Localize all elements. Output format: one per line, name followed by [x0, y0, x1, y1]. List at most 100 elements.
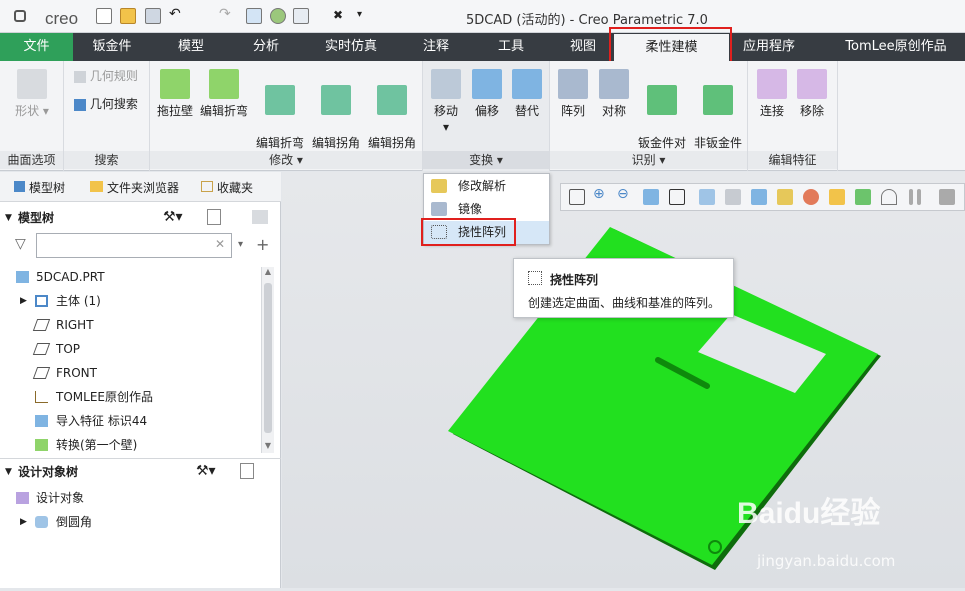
redo-icon[interactable]: ↷: [219, 6, 235, 22]
tab-applications[interactable]: 应用程序: [734, 33, 804, 61]
creo-logo-icon: [14, 10, 26, 22]
flexible-pattern-icon: [528, 271, 542, 285]
edit-corner-seam-icon: [377, 85, 407, 115]
settings-icon[interactable]: ⚒▾: [163, 209, 183, 225]
close-window-icon[interactable]: ✖: [333, 8, 349, 24]
pause-icon[interactable]: [909, 189, 913, 205]
tab-folder-browser[interactable]: 文件夹浏览器: [90, 179, 179, 196]
move-button[interactable]: 移动 ▾: [425, 69, 467, 135]
display-style-icon[interactable]: [751, 189, 767, 205]
tree-item-front[interactable]: FRONT: [0, 361, 262, 385]
repaint-icon[interactable]: [643, 189, 659, 205]
tree-item-right[interactable]: RIGHT: [0, 313, 262, 337]
tab-tools[interactable]: 工具: [483, 33, 539, 61]
group-label: 编辑特征: [748, 151, 837, 169]
view-manager-icon[interactable]: [699, 189, 715, 205]
round-icon: [35, 516, 48, 528]
zoom-out-icon[interactable]: ⊖: [617, 186, 633, 202]
saved-orientations-icon[interactable]: [669, 189, 685, 205]
tree-item-top[interactable]: TOP: [0, 337, 262, 361]
regenerate-icon[interactable]: [246, 8, 262, 24]
substitute-button[interactable]: 替代: [507, 69, 547, 119]
expand-icon[interactable]: ▶: [20, 289, 27, 313]
tree-item-part[interactable]: 5DCAD.PRT: [0, 265, 262, 289]
datum-display-icon[interactable]: [777, 189, 793, 205]
ribbon: 形状 ▾ 曲面选项 几何规则 几何搜索 搜索 拖拉壁 编辑折弯 编辑折弯 止裂槽…: [0, 61, 965, 171]
group-search: 几何规则 几何搜索 搜索: [64, 61, 150, 171]
section-icon[interactable]: [829, 189, 845, 205]
open-folder-icon[interactable]: [120, 8, 136, 24]
group-label[interactable]: 识别 ▾: [550, 151, 747, 169]
scroll-down-icon[interactable]: ▼: [262, 441, 274, 453]
tree-scrollbar[interactable]: ▲ ▼: [261, 267, 274, 453]
stop-icon[interactable]: [939, 189, 955, 205]
panel-tabs: 模型树 文件夹浏览器 收藏夹: [0, 172, 281, 202]
pattern-button[interactable]: 阵列: [552, 69, 594, 119]
connect-button[interactable]: 连接: [752, 69, 792, 119]
edit-bend-button[interactable]: 编辑折弯: [198, 69, 250, 119]
add-icon[interactable]: +: [256, 235, 269, 254]
tree-item-import[interactable]: 导入特征 标识44: [0, 409, 262, 433]
undo-icon[interactable]: ↶: [169, 6, 185, 22]
perspective-icon[interactable]: [725, 189, 741, 205]
appearance-icon[interactable]: [855, 189, 871, 205]
tab-annotate[interactable]: 注释: [408, 33, 464, 61]
group-label[interactable]: 修改 ▾: [150, 151, 422, 169]
remove-button[interactable]: 移除: [792, 69, 832, 119]
geometry-search-button[interactable]: 几何搜索: [74, 96, 148, 112]
zoom-in-icon[interactable]: ⊕: [593, 186, 609, 202]
symmetry-button[interactable]: 对称: [594, 69, 634, 119]
group-label[interactable]: 变换 ▾: [423, 151, 549, 169]
tab-view[interactable]: 视图: [557, 33, 609, 61]
new-file-icon[interactable]: [96, 8, 112, 24]
tree-filter-icon[interactable]: [252, 210, 268, 224]
tab-model[interactable]: 模型: [163, 33, 219, 61]
show-list-icon[interactable]: [240, 463, 254, 479]
tab-favorites[interactable]: 收藏夹: [201, 179, 253, 196]
design-object-icon: [16, 492, 29, 504]
favorites-icon: [201, 181, 213, 192]
modify-analytic-icon: [431, 179, 447, 193]
appearance-icon[interactable]: [270, 8, 286, 24]
geometry-search-icon: [74, 98, 86, 111]
settings-icon[interactable]: ⚒▾: [196, 463, 216, 479]
tab-file[interactable]: 文件: [0, 33, 73, 61]
save-icon[interactable]: [145, 8, 161, 24]
connect-icon: [757, 69, 787, 99]
group-transform: 移动 ▾ 偏移 替代 变换 ▾: [423, 61, 550, 171]
tab-live-simulation[interactable]: 实时仿真: [314, 33, 388, 61]
edit-bend-relief-icon: [265, 85, 295, 115]
search-dropdown-icon[interactable]: ▾: [238, 239, 243, 250]
refit-icon[interactable]: [569, 189, 585, 205]
graphics-toolbar: ⊕ ⊖: [560, 183, 965, 211]
tree-item-design-object[interactable]: 设计对象: [0, 486, 262, 510]
show-list-icon[interactable]: [207, 209, 221, 225]
tab-tomlee[interactable]: TomLee原创作品: [835, 33, 957, 61]
expand-icon[interactable]: ▶: [20, 510, 27, 534]
scroll-thumb[interactable]: [264, 283, 272, 433]
windows-icon[interactable]: [293, 8, 309, 24]
tab-analysis[interactable]: 分析: [238, 33, 294, 61]
menu-item-modify-analytic[interactable]: 修改解析: [424, 175, 549, 198]
offset-button[interactable]: 偏移: [467, 69, 507, 119]
tree-item-round[interactable]: ▶ 倒圆角: [0, 510, 262, 534]
drag-wall-button[interactable]: 拖拉壁: [152, 69, 198, 119]
sheetmetal-object-icon: [647, 85, 677, 115]
clear-icon[interactable]: ✕: [215, 237, 225, 251]
design-tree-header[interactable]: ▼ 设计对象树: [0, 460, 281, 484]
tab-sheetmetal[interactable]: 钣金件: [80, 33, 144, 61]
tree-item-body[interactable]: ▶ 主体 (1): [0, 289, 262, 313]
model-tree-icon: [14, 181, 25, 192]
tree-item-csys[interactable]: TOMLEE原创作品: [0, 385, 262, 409]
tree-search-input[interactable]: ✕: [36, 233, 232, 258]
spin-center-icon[interactable]: [881, 189, 897, 205]
tree-item-convert[interactable]: 转换(第一个壁): [0, 433, 262, 457]
annotation-display-icon[interactable]: [803, 189, 819, 205]
tab-model-tree[interactable]: 模型树: [14, 179, 65, 196]
model-tree-header[interactable]: ▼ 模型树: [0, 206, 281, 230]
scroll-up-icon[interactable]: ▲: [262, 267, 274, 279]
shape-button[interactable]: 形状 ▾: [7, 69, 57, 119]
title-bar: creo ↶ ↷ ✖ ▾ 5DCAD (活动的) - Creo Parametr…: [0, 0, 965, 33]
customize-toolbar-icon[interactable]: ▾: [357, 9, 373, 25]
geometry-rule-button[interactable]: 几何规则: [74, 68, 148, 84]
